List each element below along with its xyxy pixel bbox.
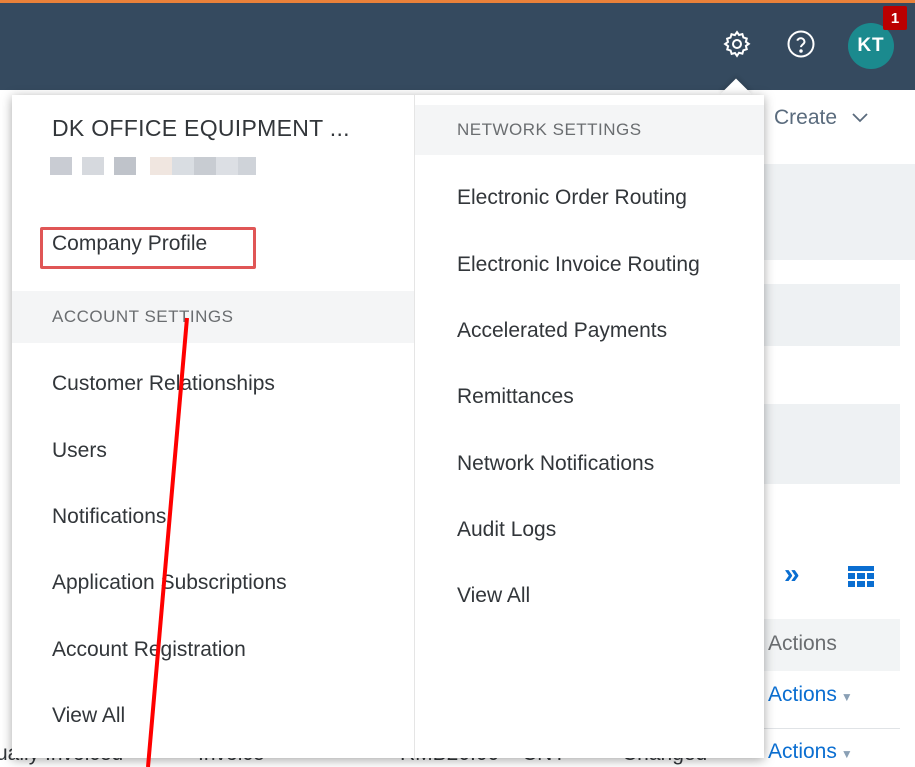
gear-icon[interactable] bbox=[720, 27, 754, 61]
account-view-all-link[interactable]: View All bbox=[52, 704, 125, 728]
actions-column-header: Actions bbox=[760, 619, 900, 671]
notifications-link[interactable]: Notifications bbox=[52, 505, 166, 529]
network-view-all-link[interactable]: View All bbox=[457, 584, 530, 608]
redacted-account-id bbox=[50, 157, 256, 175]
caret-down-icon: ▼ bbox=[840, 690, 853, 704]
background-panel bbox=[760, 164, 915, 260]
network-settings-header: NETWORK SETTINGS bbox=[415, 105, 764, 155]
row-divider bbox=[760, 728, 900, 729]
company-name: DK OFFICE EQUIPMENT ... bbox=[52, 115, 350, 141]
network-notifications-link[interactable]: Network Notifications bbox=[457, 452, 654, 476]
users-link[interactable]: Users bbox=[52, 439, 107, 463]
chevron-down-icon bbox=[851, 106, 869, 130]
annotation-highlight-box bbox=[40, 227, 256, 269]
network-column: NETWORK SETTINGS Electronic Order Routin… bbox=[414, 95, 764, 758]
accelerated-payments-link[interactable]: Accelerated Payments bbox=[457, 319, 667, 343]
row-actions-link[interactable]: Actions ▼ bbox=[768, 683, 853, 707]
create-label: Create bbox=[774, 106, 838, 129]
account-settings-header: ACCOUNT SETTINGS bbox=[12, 291, 414, 343]
background-panel bbox=[760, 404, 900, 484]
row-actions-label: Actions bbox=[768, 740, 837, 763]
account-column: DK OFFICE EQUIPMENT ... Company Profile … bbox=[12, 95, 414, 758]
row-actions-label: Actions bbox=[768, 683, 837, 706]
application-subscriptions-link[interactable]: Application Subscriptions bbox=[52, 571, 287, 595]
double-chevron-right-icon[interactable]: » bbox=[784, 558, 800, 590]
caret-down-icon: ▼ bbox=[840, 747, 853, 761]
create-menu-button[interactable]: Create bbox=[774, 106, 869, 130]
settings-popover: DK OFFICE EQUIPMENT ... Company Profile … bbox=[12, 95, 764, 758]
shell-bar: KT 1 bbox=[0, 0, 915, 90]
row-actions-link[interactable]: Actions ▼ bbox=[768, 740, 853, 764]
electronic-invoice-routing-link[interactable]: Electronic Invoice Routing bbox=[457, 253, 700, 277]
electronic-order-routing-link[interactable]: Electronic Order Routing bbox=[457, 186, 687, 210]
background-panel bbox=[760, 284, 900, 346]
help-icon[interactable] bbox=[784, 27, 818, 61]
customer-relationships-link[interactable]: Customer Relationships bbox=[52, 372, 275, 396]
remittances-link[interactable]: Remittances bbox=[457, 385, 574, 409]
notification-badge: 1 bbox=[883, 6, 907, 30]
account-registration-link[interactable]: Account Registration bbox=[52, 638, 246, 662]
table-settings-icon[interactable] bbox=[848, 566, 874, 593]
audit-logs-link[interactable]: Audit Logs bbox=[457, 518, 556, 542]
